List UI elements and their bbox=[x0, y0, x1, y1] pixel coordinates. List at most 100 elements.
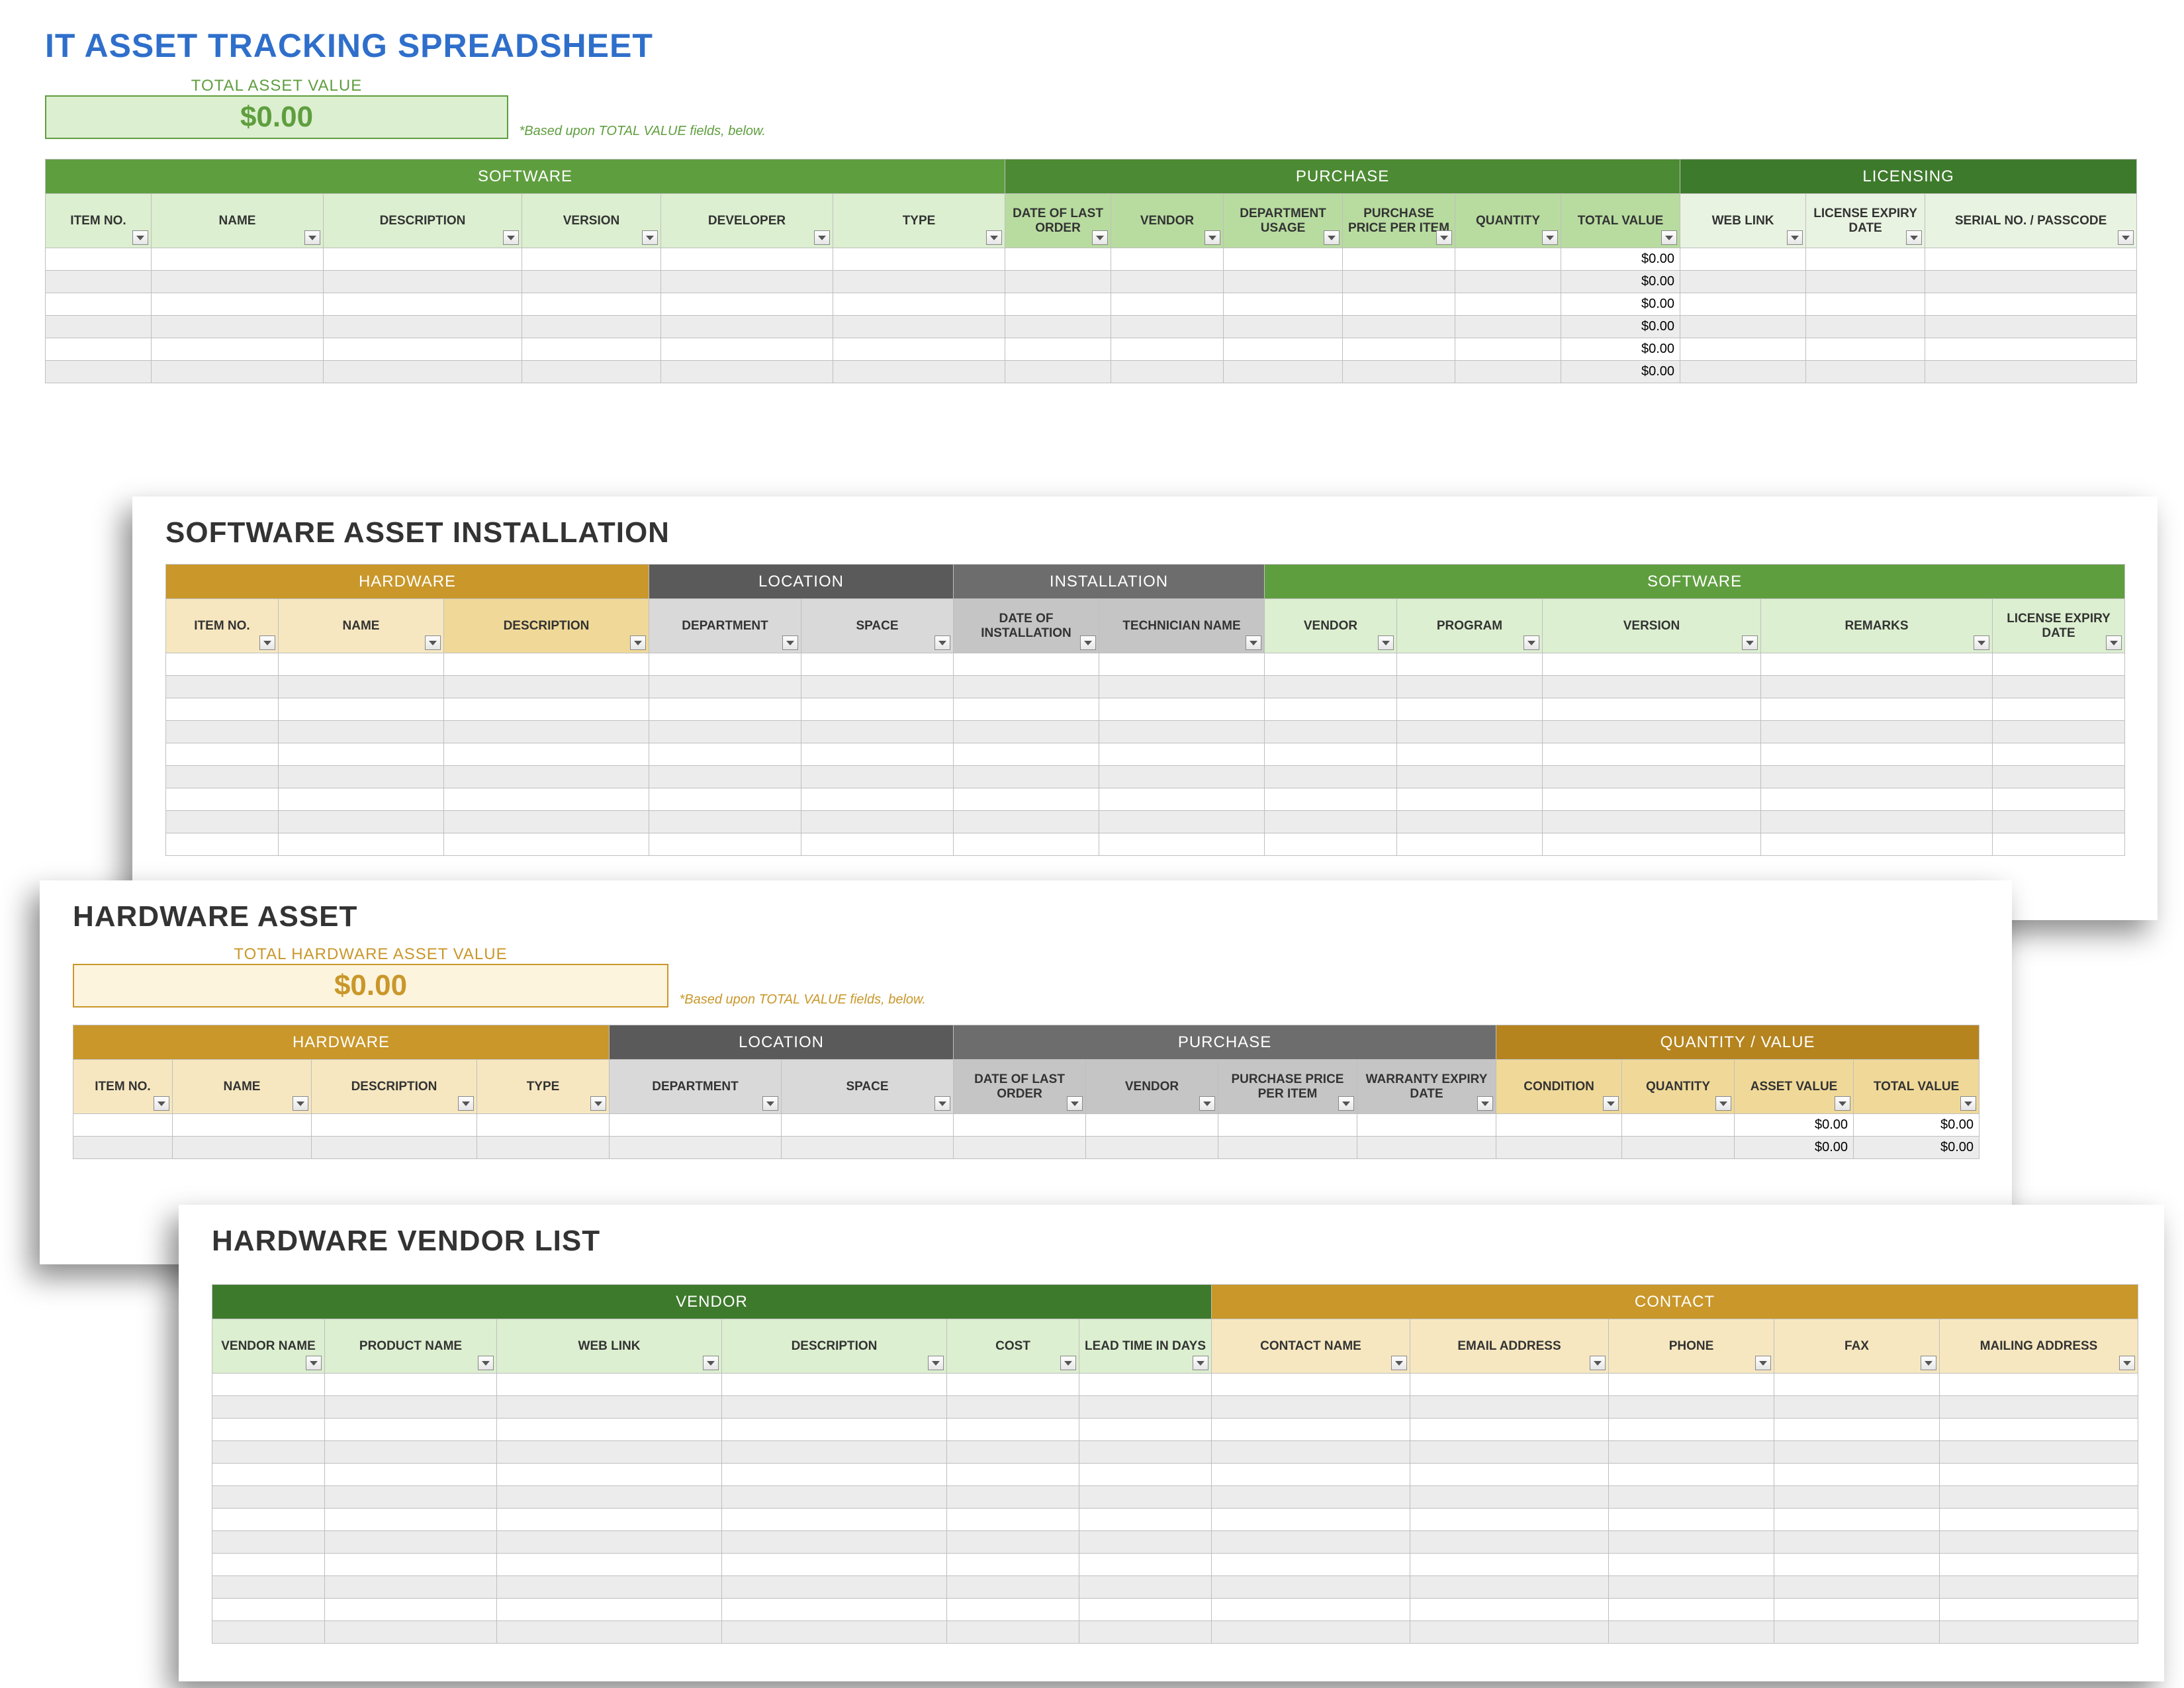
cell[interactable] bbox=[173, 1137, 312, 1159]
filter-dropdown-icon[interactable] bbox=[1603, 1096, 1619, 1111]
cell[interactable] bbox=[497, 1531, 722, 1554]
cell[interactable] bbox=[212, 1554, 325, 1576]
cell[interactable] bbox=[46, 293, 152, 316]
cell[interactable] bbox=[954, 1137, 1086, 1159]
cell[interactable] bbox=[1543, 698, 1761, 721]
filter-dropdown-icon[interactable] bbox=[304, 230, 320, 245]
cell[interactable] bbox=[1774, 1509, 1940, 1531]
cell[interactable] bbox=[324, 248, 522, 271]
filter-dropdown-icon[interactable] bbox=[1661, 230, 1677, 245]
cell[interactable] bbox=[1212, 1419, 1410, 1441]
table-row[interactable] bbox=[212, 1554, 2138, 1576]
cell[interactable] bbox=[1622, 1114, 1735, 1137]
cell[interactable] bbox=[1761, 721, 1993, 743]
cell[interactable] bbox=[325, 1464, 497, 1486]
cell[interactable] bbox=[279, 698, 444, 721]
filter-dropdown-icon[interactable] bbox=[934, 1096, 950, 1111]
filter-dropdown-icon[interactable] bbox=[762, 1096, 778, 1111]
filter-dropdown-icon[interactable] bbox=[642, 230, 658, 245]
cell[interactable] bbox=[173, 1114, 312, 1137]
table-row[interactable]: $0.00 bbox=[46, 361, 2137, 383]
cell[interactable] bbox=[954, 833, 1099, 856]
cell[interactable] bbox=[1099, 653, 1265, 676]
table-row[interactable] bbox=[212, 1374, 2138, 1396]
filter-dropdown-icon[interactable] bbox=[132, 230, 148, 245]
cell[interactable] bbox=[1099, 698, 1265, 721]
cell[interactable] bbox=[1397, 833, 1543, 856]
cell[interactable] bbox=[497, 1554, 722, 1576]
cell[interactable] bbox=[954, 698, 1099, 721]
cell[interactable] bbox=[1455, 248, 1561, 271]
cell[interactable] bbox=[1455, 338, 1561, 361]
cell[interactable] bbox=[212, 1441, 325, 1464]
cell[interactable] bbox=[947, 1464, 1079, 1486]
cell[interactable] bbox=[1111, 316, 1224, 338]
cell[interactable] bbox=[1111, 248, 1224, 271]
cell[interactable] bbox=[325, 1554, 497, 1576]
filter-dropdown-icon[interactable] bbox=[154, 1096, 169, 1111]
cell[interactable] bbox=[166, 788, 279, 811]
software-install-table[interactable]: HARDWARE LOCATION INSTALLATION SOFTWARE … bbox=[165, 564, 2125, 856]
cell[interactable] bbox=[1806, 316, 1925, 338]
filter-dropdown-icon[interactable] bbox=[1391, 1356, 1407, 1370]
cell[interactable] bbox=[1410, 1396, 1609, 1419]
cell[interactable]: $0.00 bbox=[1735, 1114, 1854, 1137]
filter-dropdown-icon[interactable] bbox=[1906, 230, 1922, 245]
cell[interactable] bbox=[649, 743, 801, 766]
cell[interactable] bbox=[1410, 1531, 1609, 1554]
cell[interactable] bbox=[1079, 1419, 1212, 1441]
cell[interactable] bbox=[1397, 788, 1543, 811]
cell[interactable] bbox=[1774, 1599, 1940, 1621]
cell[interactable] bbox=[1410, 1576, 1609, 1599]
cell[interactable] bbox=[1940, 1509, 2138, 1531]
cell[interactable] bbox=[166, 766, 279, 788]
cell[interactable] bbox=[722, 1464, 947, 1486]
cell[interactable] bbox=[1410, 1486, 1609, 1509]
cell[interactable] bbox=[1993, 811, 2125, 833]
cell[interactable] bbox=[1410, 1419, 1609, 1441]
cell[interactable] bbox=[166, 833, 279, 856]
cell[interactable] bbox=[722, 1419, 947, 1441]
filter-dropdown-icon[interactable] bbox=[259, 635, 275, 650]
cell[interactable]: $0.00 bbox=[1561, 316, 1680, 338]
cell[interactable] bbox=[1410, 1464, 1609, 1486]
table-row[interactable]: $0.00 bbox=[46, 248, 2137, 271]
filter-dropdown-icon[interactable] bbox=[1835, 1096, 1850, 1111]
cell[interactable] bbox=[833, 271, 1005, 293]
cell[interactable] bbox=[722, 1509, 947, 1531]
cell[interactable] bbox=[1212, 1441, 1410, 1464]
cell[interactable] bbox=[1609, 1396, 1774, 1419]
cell[interactable] bbox=[1005, 361, 1111, 383]
filter-dropdown-icon[interactable] bbox=[1324, 230, 1340, 245]
cell[interactable] bbox=[722, 1374, 947, 1396]
filter-dropdown-icon[interactable] bbox=[1921, 1356, 1936, 1370]
cell[interactable] bbox=[1993, 721, 2125, 743]
cell[interactable] bbox=[444, 721, 649, 743]
filter-dropdown-icon[interactable] bbox=[306, 1356, 322, 1370]
cell[interactable] bbox=[947, 1599, 1079, 1621]
cell[interactable] bbox=[954, 1114, 1086, 1137]
cell[interactable] bbox=[1774, 1464, 1940, 1486]
table-row[interactable] bbox=[212, 1576, 2138, 1599]
cell[interactable] bbox=[661, 361, 833, 383]
cell[interactable] bbox=[1774, 1576, 1940, 1599]
cell[interactable] bbox=[152, 338, 324, 361]
cell[interactable] bbox=[1761, 788, 1993, 811]
cell[interactable] bbox=[801, 833, 954, 856]
cell[interactable] bbox=[1343, 271, 1455, 293]
cell[interactable] bbox=[212, 1486, 325, 1509]
table-row[interactable] bbox=[212, 1509, 2138, 1531]
table-row[interactable] bbox=[212, 1396, 2138, 1419]
cell[interactable] bbox=[1224, 361, 1343, 383]
cell[interactable] bbox=[212, 1419, 325, 1441]
cell[interactable] bbox=[1099, 833, 1265, 856]
table-row[interactable] bbox=[166, 653, 2125, 676]
cell[interactable] bbox=[954, 676, 1099, 698]
cell[interactable] bbox=[1774, 1486, 1940, 1509]
cell[interactable] bbox=[1005, 248, 1111, 271]
cell[interactable] bbox=[166, 676, 279, 698]
cell[interactable] bbox=[477, 1114, 610, 1137]
cell[interactable] bbox=[1993, 743, 2125, 766]
cell[interactable] bbox=[522, 316, 661, 338]
cell[interactable] bbox=[1397, 653, 1543, 676]
